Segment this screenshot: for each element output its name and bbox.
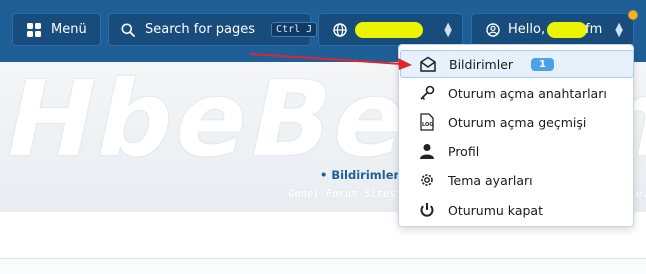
menu-item-logout[interactable]: Oturumu kapat	[400, 196, 634, 224]
log-icon: LOG	[418, 113, 436, 131]
menu-item-label: Oturum açma geçmişi	[448, 114, 587, 130]
gear-icon	[418, 171, 436, 189]
key-icon	[418, 84, 436, 102]
menu-label: Menü	[51, 22, 87, 37]
chevron-updown-icon: ▲ ▼	[615, 21, 623, 39]
menu-item-notifications[interactable]: Bildirimler 1	[400, 50, 634, 78]
envelope-icon	[419, 55, 437, 73]
menu-item-label: Tema ayarları	[448, 172, 533, 188]
count-badge: 1	[531, 57, 554, 71]
language-selector[interactable]: ▲ ▼	[318, 13, 463, 46]
greeting-label: Hello,	[508, 22, 546, 37]
menu-item-label: Oturumu kapat	[448, 202, 543, 218]
user-dropdown-menu: Bildirimler 1 Oturum açma anahtarları LO…	[398, 44, 634, 227]
menu-item-label: Oturum açma anahtarları	[448, 85, 607, 101]
user-menu-button[interactable]: Hello, fm ▲ ▼	[471, 13, 634, 46]
svg-text:LOG: LOG	[422, 122, 433, 128]
power-icon	[418, 201, 436, 219]
menu-item-profile[interactable]: Profil	[400, 137, 634, 165]
menu-item-label: Profil	[448, 143, 480, 159]
search-label: Search for pages	[145, 22, 256, 37]
search-button[interactable]: Search for pages Ctrl J	[108, 13, 318, 46]
user-circle-icon	[486, 22, 500, 37]
content-area	[0, 258, 646, 274]
menu-item-theme-settings[interactable]: Tema ayarları	[400, 166, 634, 194]
redacted-scribble	[547, 21, 588, 38]
menu-item-label: Bildirimler	[449, 56, 514, 72]
search-icon	[121, 23, 135, 37]
breadcrumb[interactable]: • Bildirimleri	[320, 168, 403, 182]
globe-icon	[333, 22, 347, 37]
notification-dot	[628, 10, 638, 20]
menu-button[interactable]: Menü	[12, 13, 101, 46]
menu-item-login-keys[interactable]: Oturum açma anahtarları	[400, 79, 634, 107]
username-suffix: fm	[585, 22, 603, 37]
redacted-scribble	[355, 21, 423, 38]
person-icon	[418, 142, 436, 160]
menu-item-login-history[interactable]: LOG Oturum açma geçmişi	[400, 108, 634, 136]
grid-icon	[27, 22, 41, 37]
chevron-updown-icon: ▲ ▼	[444, 21, 452, 39]
keyboard-shortcut: Ctrl J	[271, 22, 318, 37]
